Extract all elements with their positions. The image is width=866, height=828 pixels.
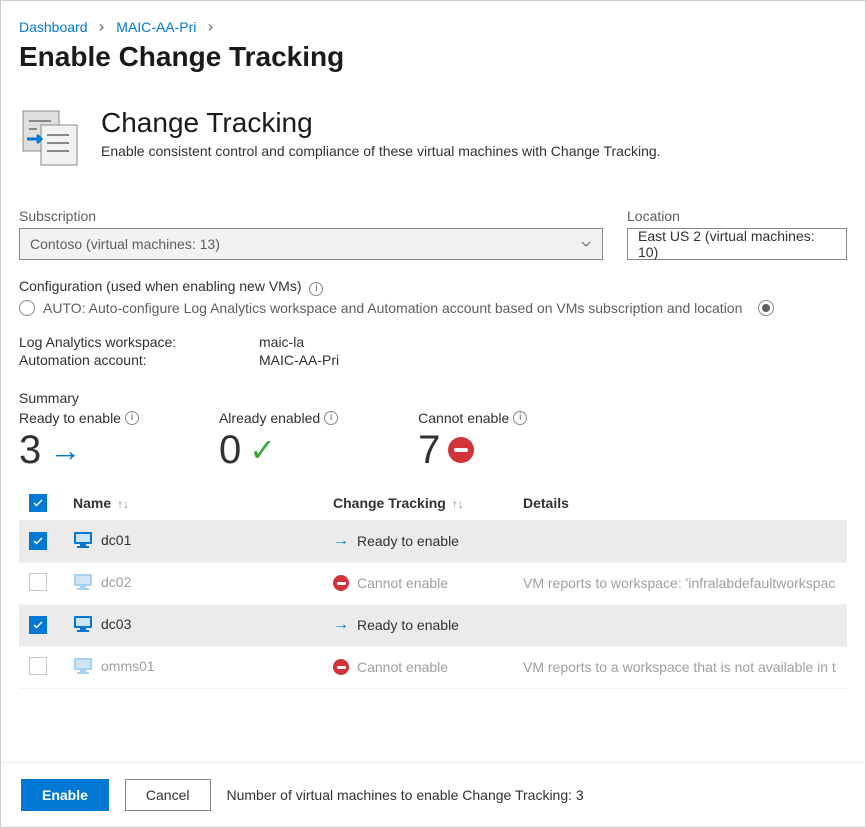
vm-table: Name↑↓ Change Tracking↑↓ Details dc01 → Re…: [19, 486, 847, 689]
summary-already-value: 0: [219, 430, 241, 470]
subscription-dropdown[interactable]: Contoso (virtual machines: 13): [19, 228, 603, 260]
info-icon[interactable]: i: [513, 411, 527, 425]
summary-ready-card[interactable]: Ready to enable i 3 →: [19, 410, 139, 470]
enable-button[interactable]: Enable: [21, 779, 109, 811]
sort-icon: ↑↓: [117, 497, 129, 511]
summary-already-label: Already enabled: [219, 410, 320, 426]
hero-subtitle: Enable consistent control and compliance…: [101, 143, 661, 159]
location-dropdown[interactable]: East US 2 (virtual machines: 10): [627, 228, 847, 260]
breadcrumb-dashboard[interactable]: Dashboard: [19, 19, 88, 35]
cancel-button[interactable]: Cancel: [125, 779, 211, 811]
aa-value: MAIC-AA-Pri: [259, 352, 847, 368]
law-label: Log Analytics workspace:: [19, 334, 259, 350]
row-checkbox[interactable]: [29, 616, 47, 634]
subscription-label: Subscription: [19, 208, 603, 224]
config-auto-label: AUTO: Auto-configure Log Analytics works…: [43, 300, 742, 316]
table-row[interactable]: omms01 Cannot enable VM reports to a works…: [19, 646, 847, 688]
summary-cannot-label: Cannot enable: [418, 410, 509, 426]
summary-already-card[interactable]: Already enabled i 0 ✓: [219, 410, 338, 470]
vm-icon: [73, 531, 93, 552]
row-checkbox: [29, 657, 47, 675]
law-value: maic-la: [259, 334, 847, 350]
page-title: Enable Change Tracking: [19, 41, 847, 73]
check-icon: ✓: [249, 434, 276, 466]
chevron-down-icon: [580, 238, 592, 250]
vm-name: omms01: [101, 658, 155, 674]
subscription-value: Contoso (virtual machines: 13): [30, 236, 220, 252]
chevron-right-icon: [91, 19, 112, 35]
vm-status: Ready to enable: [357, 617, 459, 633]
location-label: Location: [627, 208, 847, 224]
info-icon[interactable]: i: [125, 411, 139, 425]
col-details-header[interactable]: Details: [513, 486, 847, 521]
vm-status: Cannot enable: [357, 575, 448, 591]
arrow-right-icon: →: [49, 434, 81, 466]
hero-title: Change Tracking: [101, 107, 661, 139]
col-name-header[interactable]: Name↑↓: [63, 486, 323, 521]
change-tracking-icon: [19, 107, 81, 174]
sort-icon: ↑↓: [452, 497, 464, 511]
vm-details: [513, 520, 847, 562]
minus-circle-icon: [333, 659, 349, 675]
table-row[interactable]: dc03 → Ready to enable: [19, 604, 847, 646]
vm-status: Ready to enable: [357, 533, 459, 549]
arrow-right-icon: →: [333, 616, 349, 634]
table-row[interactable]: dc02 Cannot enable VM reports to workspace…: [19, 562, 847, 604]
vm-name: dc02: [101, 574, 131, 590]
minus-circle-icon: [448, 437, 474, 463]
breadcrumb: Dashboard MAIC-AA-Pri: [19, 19, 847, 35]
summary-ready-value: 3: [19, 430, 41, 470]
vm-icon: [73, 573, 93, 594]
summary-cannot-value: 7: [418, 430, 440, 470]
vm-details: VM reports to workspace: 'infralabdefaul…: [513, 562, 847, 604]
summary-ready-label: Ready to enable: [19, 410, 121, 426]
info-icon[interactable]: i: [324, 411, 338, 425]
summary-heading: Summary: [19, 390, 847, 406]
location-value: East US 2 (virtual machines: 10): [638, 228, 836, 260]
chevron-right-icon: [200, 19, 221, 35]
summary-cannot-card[interactable]: Cannot enable i 7: [418, 410, 527, 470]
breadcrumb-resource[interactable]: MAIC-AA-Pri: [116, 19, 196, 35]
configuration-label: Configuration (used when enabling new VM…: [19, 278, 302, 294]
footer-count-text: Number of virtual machines to enable Cha…: [227, 787, 584, 803]
vm-icon: [73, 615, 93, 636]
col-ct-header[interactable]: Change Tracking↑↓: [323, 486, 513, 521]
row-checkbox: [29, 573, 47, 591]
config-other-radio[interactable]: [758, 300, 774, 316]
info-icon[interactable]: i: [309, 282, 323, 296]
vm-icon: [73, 657, 93, 678]
vm-name: dc03: [101, 616, 131, 632]
arrow-right-icon: →: [333, 532, 349, 550]
select-all-checkbox[interactable]: [29, 494, 47, 512]
vm-details: [513, 604, 847, 646]
minus-circle-icon: [333, 575, 349, 591]
config-auto-radio[interactable]: [19, 300, 35, 316]
row-checkbox[interactable]: [29, 532, 47, 550]
table-row[interactable]: dc01 → Ready to enable: [19, 520, 847, 562]
vm-name: dc01: [101, 532, 131, 548]
vm-status: Cannot enable: [357, 659, 448, 675]
aa-label: Automation account:: [19, 352, 259, 368]
vm-details: VM reports to a workspace that is not av…: [513, 646, 847, 688]
